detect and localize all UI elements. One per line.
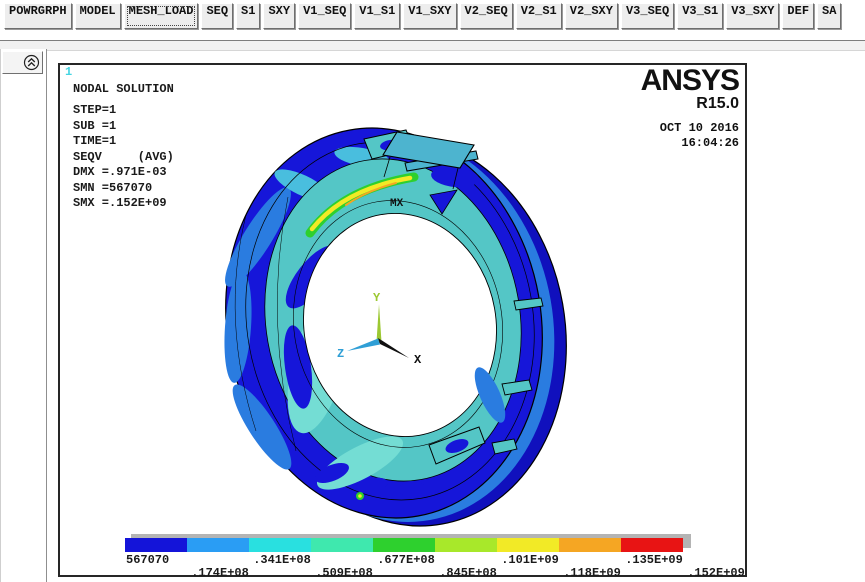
max-stress-label: MX (390, 198, 404, 210)
legend-segment (187, 538, 249, 552)
legend-segment (373, 538, 435, 552)
graphics-viewport-frame: 1 NODAL SOLUTION STEP=1SUB =1TIME=1SEQV … (58, 63, 747, 577)
toolbar-button-sxy[interactable]: SXY (263, 3, 295, 29)
toolbar-button-v2-seq[interactable]: V2_SEQ (460, 3, 513, 29)
toolbar-button-v2-sxy[interactable]: V2_SXY (565, 3, 618, 29)
toolbar-button-v3-seq[interactable]: V3_SEQ (621, 3, 674, 29)
stress-legend-bar (125, 538, 683, 552)
toolbar-button-v3-sxy[interactable]: V3_SXY (726, 3, 779, 29)
double-chevron-up-circle-icon (23, 54, 40, 71)
toolbar-button-v1-seq[interactable]: V1_SEQ (298, 3, 351, 29)
legend-value: .174E+08 (191, 566, 249, 580)
legend-value: .118E+09 (563, 566, 621, 580)
toolbar-button-v1-sxy[interactable]: V1_SXY (403, 3, 456, 29)
toolbar-button-model[interactable]: MODEL (75, 3, 121, 29)
legend-value: .509E+08 (315, 566, 373, 580)
fea-model-canvas[interactable]: MX Y Z X (60, 65, 745, 575)
y-axis-label: Y (373, 291, 381, 305)
toolbar-button-seq[interactable]: SEQ (201, 3, 233, 29)
legend-value: .677E+08 (377, 553, 435, 567)
toolbar-button-save-clipped[interactable]: SA (817, 3, 841, 29)
legend-segment (249, 538, 311, 552)
toolbar-button-mesh-load[interactable]: MESH_LOAD (124, 3, 199, 29)
legend-segment (497, 538, 559, 552)
legend-value: .152E+09 (687, 566, 745, 580)
legend-value: .135E+09 (625, 553, 683, 567)
toolbar-button-v2-s1[interactable]: V2_S1 (516, 3, 562, 29)
legend-segment (559, 538, 621, 552)
legend-segment (125, 538, 187, 552)
legend-value: .845E+08 (439, 566, 497, 580)
toolbar: POWRGRPH MODEL MESH_LOAD SEQ S1 SXY V1_S… (4, 3, 865, 29)
legend-value: .101E+09 (501, 553, 559, 567)
collapse-panel-button[interactable] (2, 51, 43, 74)
z-axis-label: Z (337, 347, 344, 361)
legend-segment (311, 538, 373, 552)
toolbar-button-def[interactable]: DEF (782, 3, 814, 29)
ansys-application-window: { "toolbar": { "buttons": ["POWRGRPH","M… (0, 0, 865, 582)
legend-value: 567070 (126, 553, 169, 567)
toolbar-button-powrgrph[interactable]: POWRGRPH (4, 3, 72, 29)
toolbar-separator (0, 40, 865, 51)
toolbar-button-v1-s1[interactable]: V1_S1 (354, 3, 400, 29)
legend-segment (621, 538, 683, 552)
toolbar-button-v3-s1[interactable]: V3_S1 (677, 3, 723, 29)
stress-spot-yellow (358, 494, 362, 498)
legend-value: .341E+08 (253, 553, 311, 567)
toolbar-button-s1[interactable]: S1 (236, 3, 260, 29)
legend-segment (435, 538, 497, 552)
left-dock-panel (0, 49, 47, 582)
x-axis-label: X (414, 353, 422, 367)
